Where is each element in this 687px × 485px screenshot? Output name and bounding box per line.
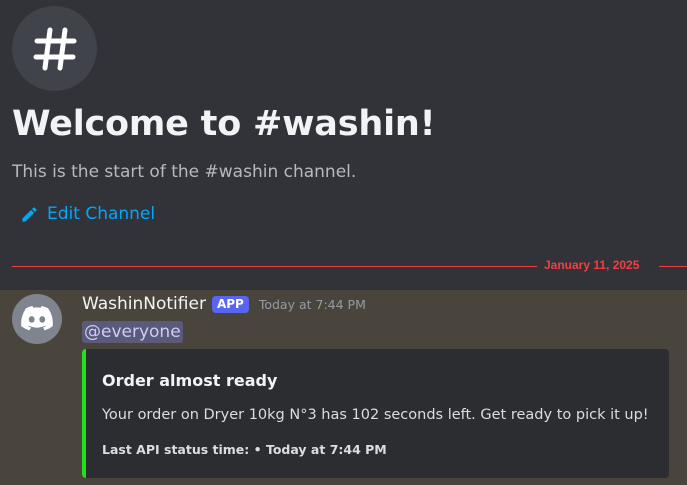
embed-accent-bar <box>82 349 86 478</box>
message-item: WashinNotifier APP Today at 7:44 PM @eve… <box>0 290 687 485</box>
hash-icon <box>33 27 76 70</box>
divider-line <box>659 266 687 267</box>
embed-footer: Last API status time: • Today at 7:44 PM <box>102 442 387 457</box>
embed-description: Your order on Dryer 10kg N°3 has 102 sec… <box>102 407 649 423</box>
page-title: Welcome to #washin! <box>12 104 436 144</box>
date-divider: January 11, 2025 <box>12 258 687 272</box>
edit-channel-button[interactable]: Edit Channel <box>20 204 155 224</box>
edit-channel-label: Edit Channel <box>47 204 156 224</box>
channel-welcome-header: Welcome to #washin! This is the start of… <box>0 0 687 290</box>
channel-hash-icon <box>12 6 97 91</box>
avatar[interactable] <box>12 294 62 344</box>
message-header: WashinNotifier APP Today at 7:44 PM <box>82 294 366 314</box>
channel-description: This is the start of the #washin channel… <box>12 162 357 182</box>
embed-title: Order almost ready <box>102 371 278 390</box>
app-badge: APP <box>211 295 249 313</box>
username[interactable]: WashinNotifier <box>82 294 206 314</box>
divider-date: January 11, 2025 <box>544 258 640 272</box>
message-timestamp[interactable]: Today at 7:44 PM <box>259 297 366 312</box>
divider-line <box>12 266 537 267</box>
pencil-icon <box>22 206 37 222</box>
everyone-mention[interactable]: @everyone <box>82 321 183 343</box>
message-embed: Order almost ready Your order on Dryer 1… <box>82 349 669 478</box>
discord-logo-icon <box>21 306 53 331</box>
